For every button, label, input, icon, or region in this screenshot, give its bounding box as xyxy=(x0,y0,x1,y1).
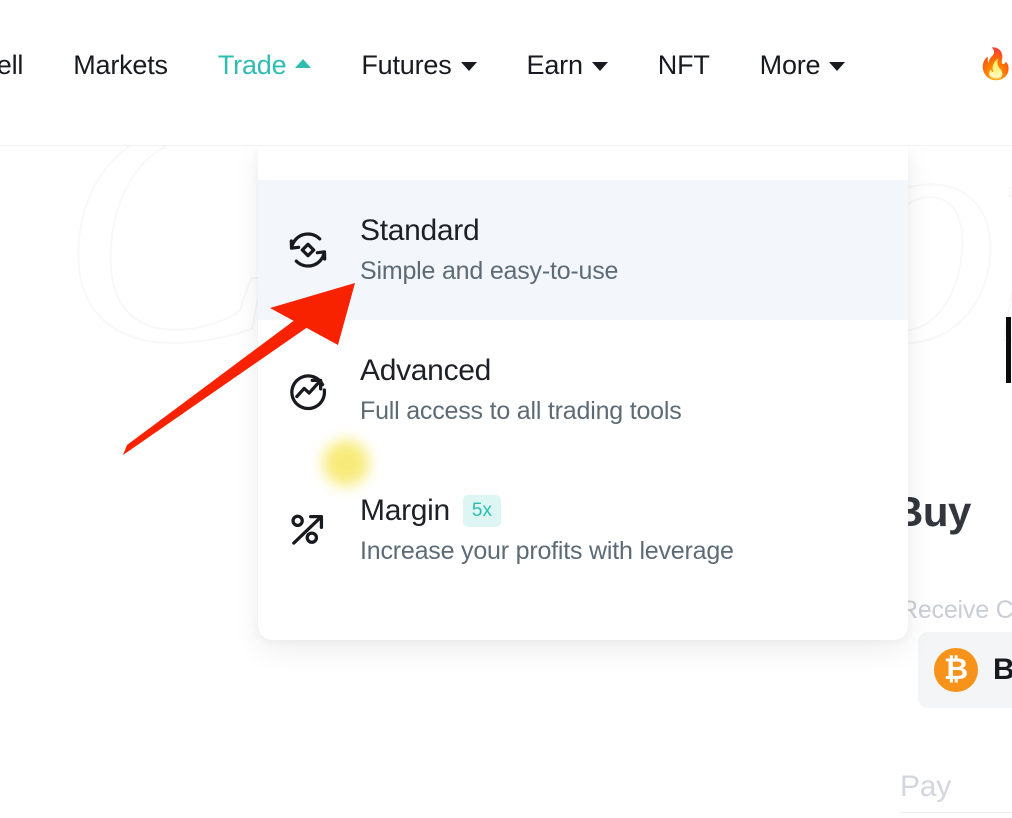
top-navbar: Sell Markets Trade Futures Earn NFT xyxy=(0,0,1012,146)
fire-icon[interactable]: 🔥 xyxy=(977,48,1012,82)
receive-asset-selector[interactable]: ₿ B xyxy=(918,632,1012,708)
dropdown-item-text: Margin 5x Increase your profits with lev… xyxy=(360,494,734,566)
nav-item-futures[interactable]: Futures xyxy=(336,50,501,81)
buy-panel: Buy Receive C ₿ B Pay xyxy=(893,460,1012,818)
nav-item-sell[interactable]: Sell xyxy=(0,50,48,81)
nav-item-nft[interactable]: NFT xyxy=(633,50,735,81)
pay-label: Pay xyxy=(900,770,952,803)
bitcoin-icon: ₿ xyxy=(934,648,978,692)
nav-item-earn[interactable]: Earn xyxy=(502,50,633,81)
dropdown-item-title: Standard xyxy=(360,214,480,247)
nav-item-label: More xyxy=(759,49,821,80)
asset-symbol-label: B xyxy=(993,653,1012,686)
nav-item-label: Futures xyxy=(361,49,452,80)
percent-arrow-icon xyxy=(284,506,332,554)
dropdown-item-title: Margin xyxy=(360,494,450,527)
chevron-down-icon xyxy=(829,62,846,71)
nav-item-markets[interactable]: Markets xyxy=(48,50,193,81)
dropdown-item-advanced[interactable]: Advanced Full access to all trading tool… xyxy=(258,320,908,460)
trend-up-circle-icon xyxy=(284,366,332,414)
dropdown-item-title-row: Advanced xyxy=(360,354,682,388)
dropdown-top-spacer xyxy=(258,146,908,180)
dropdown-item-margin[interactable]: Margin 5x Increase your profits with lev… xyxy=(258,460,908,600)
dropdown-item-standard[interactable]: Standard Simple and easy-to-use xyxy=(258,180,908,320)
dropdown-item-text: Advanced Full access to all trading tool… xyxy=(360,354,682,426)
dropdown-item-subtitle: Simple and easy-to-use xyxy=(360,257,619,285)
chevron-down-icon xyxy=(591,62,608,71)
nav-item-label: Sell xyxy=(0,49,24,80)
app-screenshot: CoinLore Sell Markets Trade Futures Earn xyxy=(0,0,1012,818)
dropdown-item-subtitle: Increase your profits with leverage xyxy=(360,537,734,565)
dropdown-item-title-row: Standard xyxy=(360,214,618,248)
chevron-down-icon xyxy=(460,62,477,71)
dropdown-item-title: Advanced xyxy=(360,354,492,387)
nav-item-label: NFT xyxy=(657,49,710,80)
receive-label: Receive C xyxy=(900,596,1012,624)
swap-circle-icon xyxy=(284,226,332,274)
dropdown-item-subtitle: Full access to all trading tools xyxy=(360,397,682,425)
dropdown-item-text: Standard Simple and easy-to-use xyxy=(360,214,618,286)
trade-dropdown-panel: Standard Simple and easy-to-use Advanced… xyxy=(258,146,908,640)
nav-item-more[interactable]: More xyxy=(735,50,871,81)
leverage-badge: 5x xyxy=(462,495,501,527)
nav-item-trade[interactable]: Trade xyxy=(193,50,337,81)
dropdown-item-title-row: Margin 5x xyxy=(360,494,734,528)
nav-item-label: Trade xyxy=(217,49,287,80)
nav-item-label: Earn xyxy=(526,49,583,80)
text-cursor xyxy=(1006,317,1011,383)
nav-item-label: Markets xyxy=(73,49,168,80)
chevron-up-icon xyxy=(295,59,312,68)
nav-items-list: Sell Markets Trade Futures Earn NFT xyxy=(0,44,870,86)
pay-divider xyxy=(900,812,1012,813)
